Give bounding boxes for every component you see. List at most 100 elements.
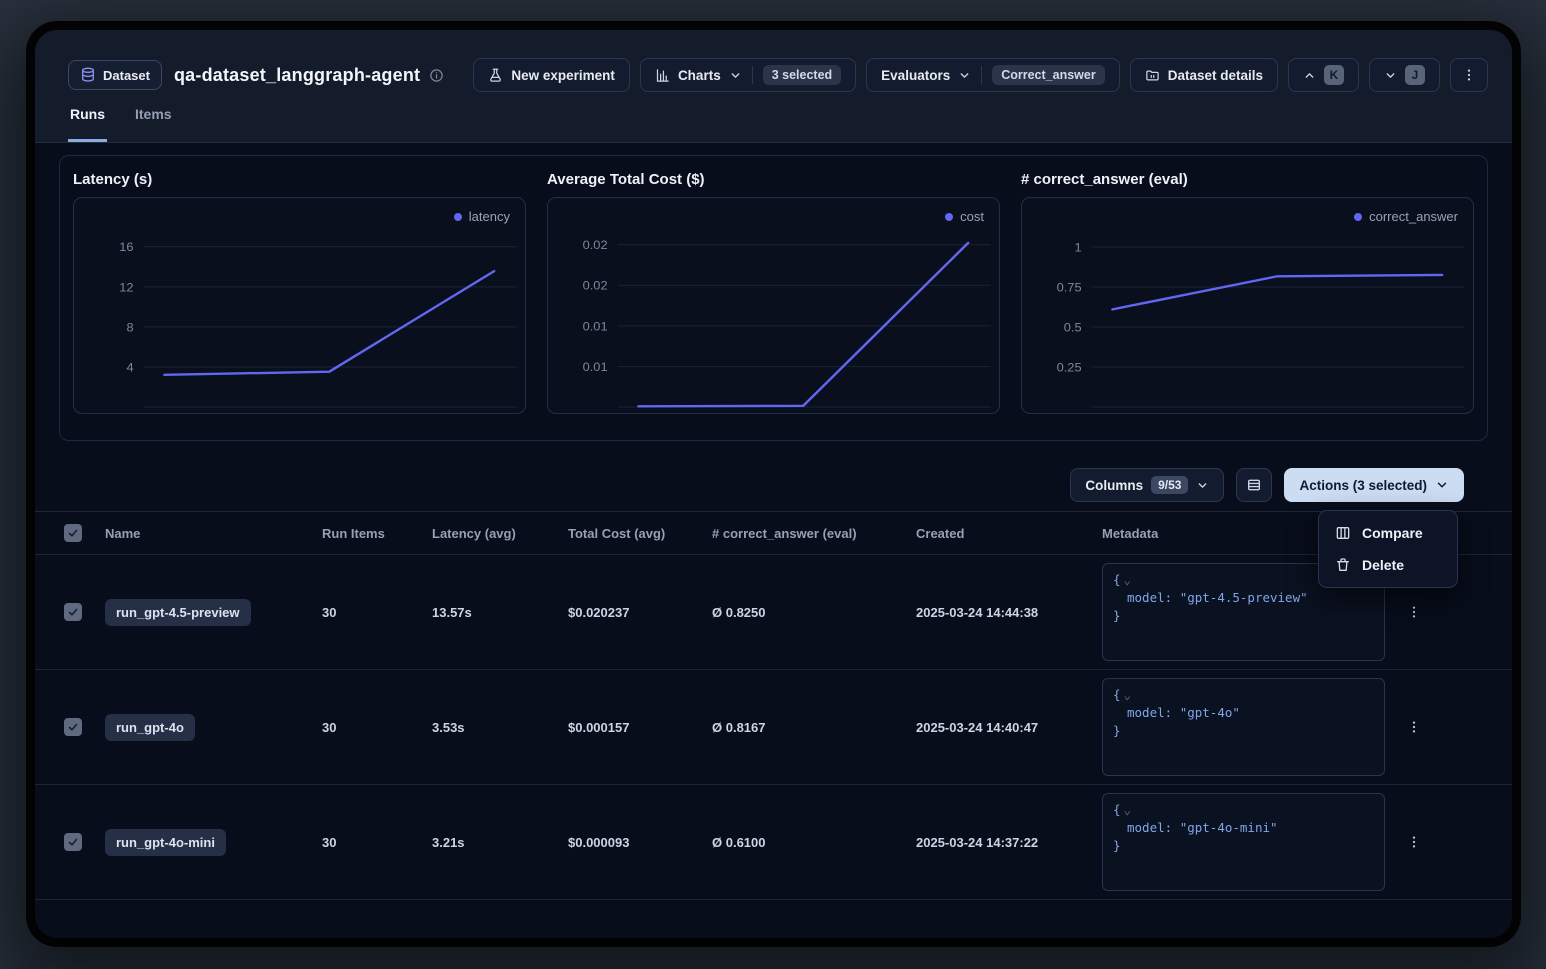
next-run-button[interactable]: J (1369, 58, 1440, 92)
runs-table: Name Run Items Latency (avg) Total Cost … (35, 511, 1512, 900)
created-cell: 2025-03-24 14:44:38 (916, 605, 1102, 620)
chevron-down-icon[interactable]: ⌄ (1124, 572, 1132, 587)
svg-text:0.75: 0.75 (1057, 281, 1082, 295)
run-name-badge[interactable]: run_gpt-4.5-preview (105, 599, 251, 626)
tab-bar: Runs Items (68, 102, 1488, 142)
chevron-up-icon (1303, 69, 1316, 82)
column-header-correct-answer[interactable]: # correct_answer (eval) (712, 526, 916, 541)
metadata-value: "gpt-4o" (1180, 705, 1240, 720)
dataset-badge-label: Dataset (103, 68, 150, 83)
kebab-icon (1406, 719, 1422, 735)
run-items-cell: 30 (322, 605, 432, 620)
row-kebab-button[interactable] (1406, 604, 1422, 620)
charts-label: Charts (678, 68, 721, 83)
row-height-button[interactable] (1236, 468, 1272, 502)
actions-menu: Compare Delete (1318, 510, 1458, 588)
column-header-name[interactable]: Name (105, 526, 322, 541)
row-kebab-button[interactable] (1406, 719, 1422, 735)
charts-dropdown-button[interactable]: Charts 3 selected (640, 58, 856, 92)
dataset-details-label: Dataset details (1168, 68, 1263, 83)
menu-item-compare[interactable]: Compare (1319, 517, 1457, 549)
evaluators-label: Evaluators (881, 68, 950, 83)
chevron-down-icon (958, 69, 971, 82)
cost-chart: 0.020.020.010.01 cost (547, 197, 1000, 414)
row-checkbox[interactable] (64, 603, 82, 621)
columns-icon (1335, 525, 1351, 541)
table-toolbar: Columns 9/53 Actions (3 selected) (35, 467, 1512, 503)
app-window: Dataset qa-dataset_langgraph-agent New e… (35, 30, 1512, 938)
charts-panel: Latency (s) Average Total Cost ($) # cor… (59, 155, 1488, 441)
total-cost-cell: $0.000093 (568, 835, 712, 850)
column-header-run-items[interactable]: Run Items (322, 526, 432, 541)
chart-title-cost: Average Total Cost ($) (547, 171, 1000, 188)
new-experiment-button[interactable]: New experiment (473, 58, 630, 92)
check-icon (67, 527, 79, 539)
cost-line-plot: 0.02 0.02 0.01 0.01 (548, 198, 999, 413)
actions-button-label: Actions (3 selected) (1299, 478, 1427, 493)
svg-text:0.02: 0.02 (583, 238, 608, 252)
evaluators-dropdown-button[interactable]: Evaluators Correct_answer (866, 58, 1120, 92)
legend-label: latency (469, 209, 510, 224)
svg-text:12: 12 (119, 281, 133, 295)
table-row: run_gpt-4.5-preview 30 13.57s $0.020237 … (35, 555, 1512, 670)
database-icon (80, 67, 96, 83)
columns-button-label: Columns (1085, 478, 1143, 493)
tab-runs[interactable]: Runs (68, 102, 107, 142)
chart-title-correct-answer: # correct_answer (eval) (1021, 171, 1474, 188)
metadata-value: "gpt-4.5-preview" (1180, 590, 1308, 605)
run-name-badge[interactable]: run_gpt-4o (105, 714, 195, 741)
kebab-icon (1461, 67, 1477, 83)
correct-answer-chart: 10.750.50.25 correct_answer (1021, 197, 1474, 414)
run-name-badge[interactable]: run_gpt-4o-mini (105, 829, 226, 856)
correct-answer-line-plot: 10.750.50.25 (1022, 198, 1473, 413)
table-row: run_gpt-4o-mini 30 3.21s $0.000093 Ø 0.6… (35, 785, 1512, 900)
legend-correct-answer: correct_answer (1354, 209, 1458, 224)
correct-answer-cell: Ø 0.8250 (712, 605, 916, 620)
metadata-value: "gpt-4o-mini" (1180, 820, 1278, 835)
prev-run-button[interactable]: K (1288, 58, 1359, 92)
metadata-json-box[interactable]: {⌄ model: "gpt-4o-mini" } (1102, 793, 1385, 891)
divider (981, 66, 982, 84)
legend-dot (1354, 213, 1362, 221)
actions-button[interactable]: Actions (3 selected) (1284, 468, 1464, 502)
svg-text:8: 8 (126, 321, 133, 335)
column-header-total-cost[interactable]: Total Cost (avg) (568, 526, 712, 541)
svg-text:0.02: 0.02 (583, 279, 608, 293)
row-checkbox[interactable] (64, 718, 82, 736)
row-checkbox[interactable] (64, 833, 82, 851)
svg-text:0.01: 0.01 (583, 360, 608, 374)
select-all-checkbox[interactable] (64, 524, 82, 542)
metadata-json-box[interactable]: {⌄ model: "gpt-4o" } (1102, 678, 1385, 776)
dataset-badge: Dataset (68, 60, 162, 90)
metadata-key: model: (1127, 820, 1172, 835)
correct-answer-cell: Ø 0.6100 (712, 835, 916, 850)
kebab-icon (1406, 604, 1422, 620)
columns-button[interactable]: Columns 9/53 (1070, 468, 1224, 502)
menu-item-delete[interactable]: Delete (1319, 549, 1457, 581)
svg-text:16: 16 (119, 240, 133, 254)
total-cost-cell: $0.020237 (568, 605, 712, 620)
info-icon[interactable] (429, 68, 444, 83)
chevron-down-icon (1384, 69, 1397, 82)
latency-cell: 3.53s (432, 720, 568, 735)
keycap-j: J (1405, 65, 1425, 85)
row-kebab-button[interactable] (1406, 834, 1422, 850)
dataset-details-button[interactable]: Dataset details (1130, 58, 1278, 92)
run-items-cell: 30 (322, 835, 432, 850)
flask-icon (488, 68, 503, 83)
svg-text:0.25: 0.25 (1057, 361, 1082, 375)
svg-text:0.01: 0.01 (583, 320, 608, 334)
columns-count-badge: 9/53 (1151, 476, 1188, 494)
column-header-created[interactable]: Created (916, 526, 1102, 541)
table-row: run_gpt-4o 30 3.53s $0.000157 Ø 0.8167 2… (35, 670, 1512, 785)
column-header-latency[interactable]: Latency (avg) (432, 526, 568, 541)
metadata-key: model: (1127, 705, 1172, 720)
chart-title-latency: Latency (s) (73, 171, 526, 188)
chevron-down-icon[interactable]: ⌄ (1124, 687, 1132, 702)
total-cost-cell: $0.000157 (568, 720, 712, 735)
svg-text:0.5: 0.5 (1064, 321, 1082, 335)
tab-items[interactable]: Items (133, 102, 174, 142)
chevron-down-icon[interactable]: ⌄ (1124, 802, 1132, 817)
header-kebab-button[interactable] (1450, 58, 1488, 92)
divider (752, 66, 753, 84)
